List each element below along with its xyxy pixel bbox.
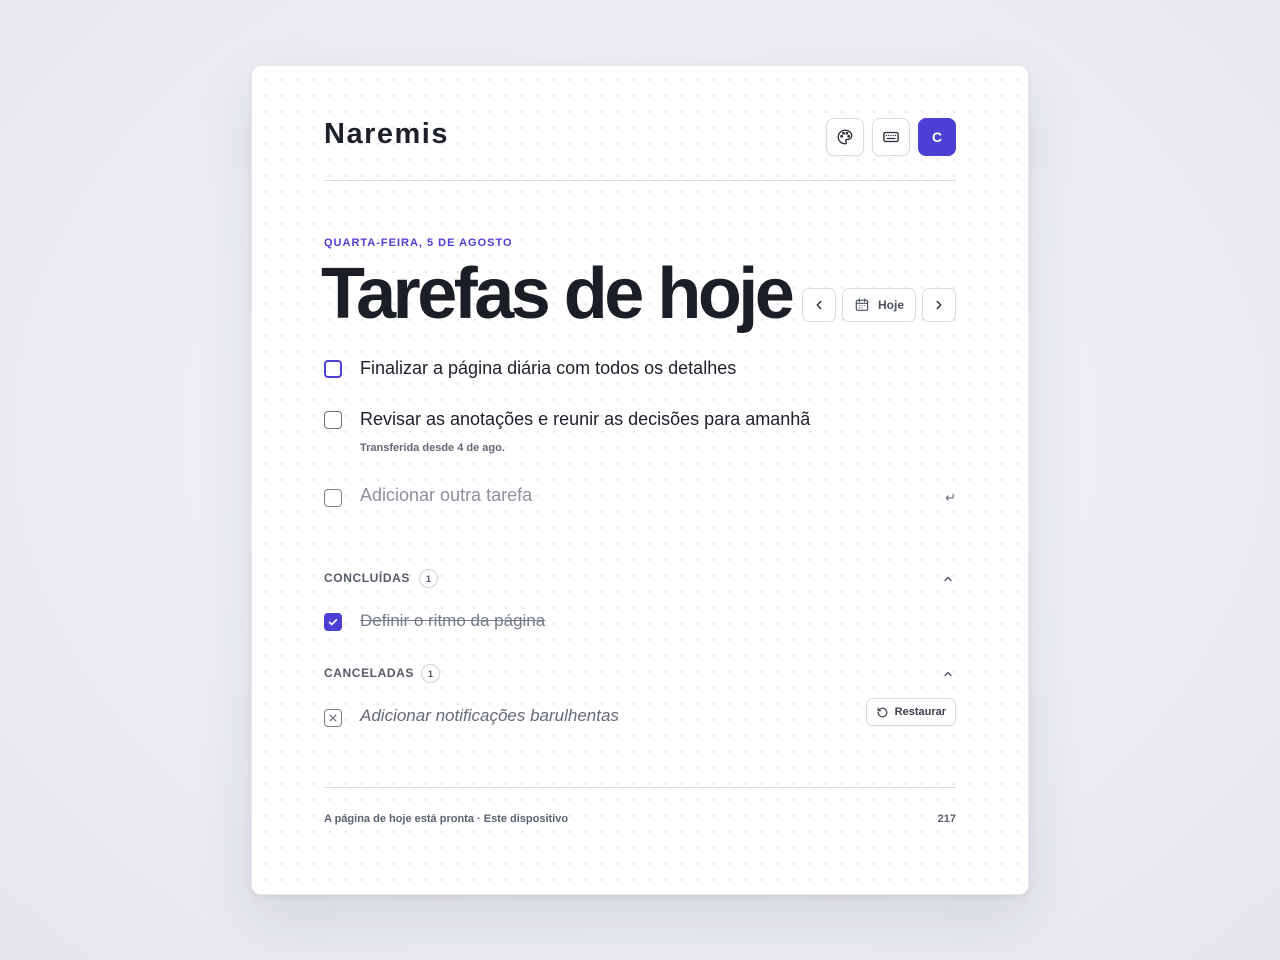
header-divider [324, 180, 956, 181]
check-icon [328, 618, 338, 626]
completed-task-item: Definir o ritmo da página [324, 611, 956, 637]
restore-label: Restaurar [894, 706, 946, 718]
restore-button[interactable]: Restaurar [865, 698, 956, 726]
completed-count-badge: 1 [419, 569, 438, 588]
footer-counter: 217 [937, 813, 956, 825]
cancelled-section-header[interactable]: CANCELADAS 1 [324, 664, 956, 684]
calendar-icon [855, 298, 869, 311]
completed-task-checkbox[interactable] [324, 613, 342, 631]
theme-button[interactable] [826, 118, 864, 156]
today-label: Hoje [877, 298, 904, 312]
add-task-checkbox [324, 489, 342, 507]
completed-section-header[interactable]: CONCLUÍDAS 1 [324, 569, 956, 589]
app-brand: Naremis [324, 118, 449, 150]
task-checkbox[interactable] [324, 360, 342, 378]
footer-status: A página de hoje está pronta · Este disp… [324, 813, 569, 825]
completed-task-text[interactable]: Definir o ritmo da página [360, 611, 545, 631]
task-item: Revisar as anotações e reunir as decisõe… [324, 409, 956, 457]
enter-icon: ↵ [945, 490, 956, 505]
chevron-right-icon [936, 300, 942, 310]
previous-day-button[interactable] [801, 288, 836, 322]
keyboard-shortcuts-button[interactable] [872, 118, 910, 156]
card-content: Naremis C QUARTA-FEIRA, 5 DE AGOSTO Tare… [321, 66, 956, 894]
add-task-input[interactable] [360, 485, 920, 506]
task-item: Finalizar a página diária com todos os d… [324, 358, 956, 384]
date-label: QUARTA-FEIRA, 5 DE AGOSTO [324, 237, 513, 249]
chevron-left-icon [816, 300, 822, 310]
keyboard-icon [883, 131, 899, 143]
next-day-button[interactable] [922, 288, 956, 322]
task-text[interactable]: Revisar as anotações e reunir as decisõe… [360, 409, 810, 430]
cancelled-section-title: CANCELADAS [324, 666, 414, 680]
x-icon [329, 714, 337, 722]
restore-icon [877, 707, 888, 717]
page-title: Tarefas de hoje [321, 254, 795, 334]
chevron-up-icon[interactable] [942, 573, 954, 585]
top-actions: C [826, 118, 956, 156]
cancelled-task-item: Adicionar notificações barulhentas Resta… [324, 698, 956, 733]
today-button[interactable]: Hoje [841, 288, 916, 322]
date-navigation: Hoje [801, 288, 956, 322]
user-avatar-button[interactable]: C [918, 118, 956, 156]
task-text[interactable]: Finalizar a página diária com todos os d… [360, 358, 736, 379]
cancelled-task-text: Adicionar notificações barulhentas [360, 706, 619, 725]
completed-section-title: CONCLUÍDAS [324, 571, 410, 585]
cancelled-count-badge: 1 [421, 664, 440, 683]
palette-icon [837, 129, 853, 145]
task-checkbox[interactable] [324, 411, 342, 429]
footer-divider [324, 787, 956, 788]
task-carried-over-note: Transferida desde 4 de ago. [360, 442, 505, 454]
cancelled-task-marker [324, 709, 342, 727]
main-card: Naremis C QUARTA-FEIRA, 5 DE AGOSTO Tare… [251, 65, 1029, 895]
chevron-up-icon[interactable] [942, 668, 954, 680]
add-task-row: ↵ [324, 485, 956, 513]
